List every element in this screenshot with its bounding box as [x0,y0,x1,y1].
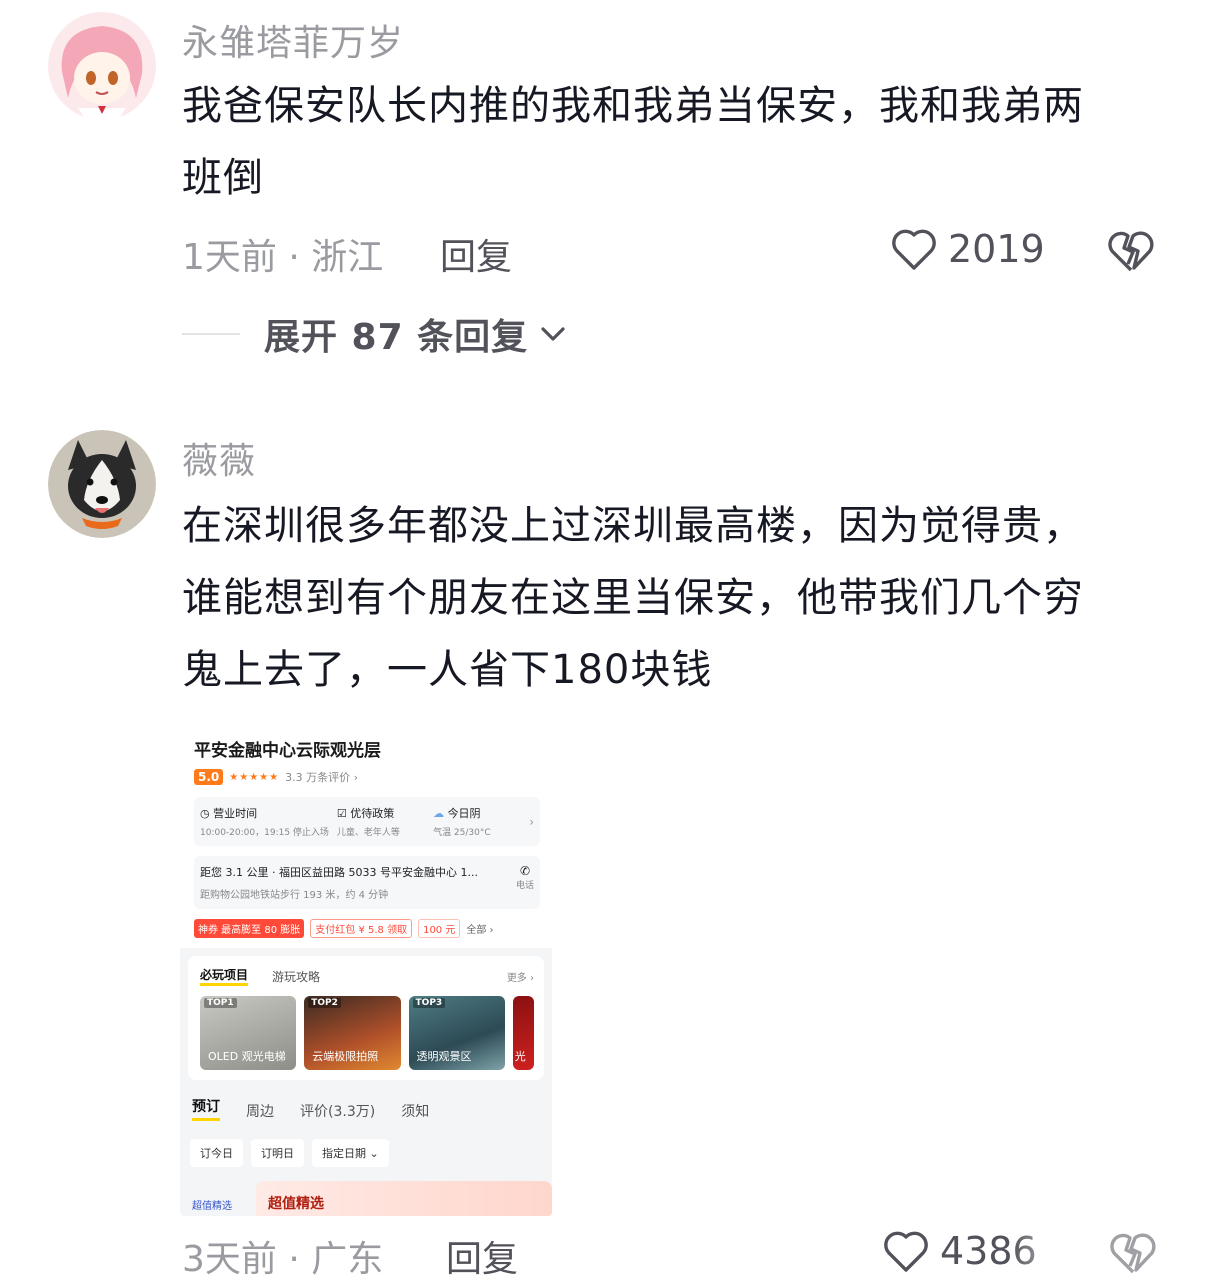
thumb-tag: TOP3 [412,998,446,1008]
thumb-row: TOP1 OLED 观光电梯 TOP2 云端极限拍照 TOP3 透明观景区 光 [200,996,534,1070]
date-pill: 订明日 [251,1139,304,1167]
username[interactable]: 薇薇 [182,432,256,484]
comment-text-line: 在深圳很多年都没上过深圳最高楼，因为觉得贵， [182,503,1084,549]
phone-label: 电话 [515,881,534,891]
coupon-all: 全部 › [466,925,494,936]
heart-icon [884,1231,928,1272]
thumb-caption: 光 [514,1050,526,1063]
comment-image[interactable]: 平安金融中心云际观光层 5.0 ★★★★★ 3.3 万条评价 › ◷ 营业时间 … [180,716,552,1216]
chevron-right-icon: › [529,814,535,829]
phone-block: ✆ 电话 [516,864,534,901]
tab-guide: 游玩攻略 [272,969,321,984]
star-icon: ★★★★★ [229,771,280,783]
dislike-button[interactable] [1106,226,1156,278]
comment-text-line: 鬼上去了，一人省下180块钱 [182,647,713,693]
chevron-down-icon [541,327,565,341]
reply-button[interactable]: 回复 [446,1230,518,1282]
date-pill: 指定日期 ⌄ [312,1139,389,1167]
policy-block: ☑ 优待政策 儿童、老年人等 [337,805,425,838]
avatar[interactable] [48,12,156,120]
review-count: 3.3 万条评价 › [285,771,358,784]
deal-row: 超值精选 超值精选 [180,1181,552,1216]
tab-around: 周边 [246,1104,274,1120]
hours-title: 营业时间 [213,807,258,820]
deal-title: 超值精选 [256,1181,552,1216]
comment-1: 永雏塔菲万岁 我爸保安队长内推的我和我弟当保安，我和我弟两 班倒 1天前 · 浙… [0,0,1206,380]
broken-heart-icon [1108,231,1154,272]
address-text: 距您 3.1 公里 · 福田区益田路 5033 号平安金融中心 1... [200,866,478,879]
hours-text: 10:00-20:00，19:15 停止入场 [200,828,329,838]
weather-block: ☁ 今日阴 气温 25/30°C [433,805,521,838]
phone-icon: ✆ [519,864,531,878]
thumb-item: TOP2 云端极限拍照 [304,996,401,1070]
rating-score: 5.0 [194,769,224,785]
comment-meta: 3天前 · 广东 [182,1239,384,1280]
expand-replies-label: 展开 87 条回复 [264,317,529,358]
tab-review: 评价(3.3万) [300,1104,376,1120]
avatar[interactable] [48,430,156,538]
expand-replies-button[interactable]: 展开 87 条回复 [182,308,566,360]
thumb-caption: 透明观景区 [416,1050,472,1063]
heart-icon [892,229,936,270]
thumb-caption: OLED 观光电梯 [208,1050,286,1063]
thumb-tag: TOP2 [308,998,341,1008]
coupon-badge: 支付红包 ¥ 5.8 领取 [310,919,413,938]
comment-text-line: 班倒 [182,155,264,201]
broken-heart-icon [1110,1233,1156,1274]
divider-line [182,333,240,335]
rating-row: 5.0 ★★★★★ 3.3 万条评价 › [194,769,540,785]
thumb-item: TOP3 透明观景区 [408,996,505,1070]
tab-book: 预订 [192,1096,220,1121]
deal-side-label: 超值精选 [192,1201,232,1212]
comment-text: 我爸保安队长内推的我和我弟当保安，我和我弟两 班倒 [182,70,1172,214]
attraction-title: 平安金融中心云际观光层 [194,741,381,761]
comment-meta: 1天前 · 浙江 [182,237,384,278]
thumb-item: 光 [512,996,534,1070]
thumb-tag: TOP1 [204,998,237,1008]
like-button[interactable]: 2019 [890,226,1045,272]
attraction-header: 平安金融中心云际观光层 5.0 ★★★★★ 3.3 万条评价 › ◷ 营业时间 … [180,716,552,948]
info-row: ◷ 营业时间 10:00-20:00，19:15 停止入场 ☑ 优待政策 儿童、… [194,797,540,846]
reply-button[interactable]: 回复 [440,228,512,280]
username[interactable]: 永雏塔菲万岁 [182,14,404,66]
must-play-tabs: 必玩项目 游玩攻略 更多 › [200,966,534,986]
policy-text: 儿童、老年人等 [336,828,400,838]
must-play-card: 必玩项目 游玩攻略 更多 › TOP1 OLED 观光电梯 TOP2 云端极限拍… [188,956,544,1080]
metro-text: 距购物公园地铁站步行 193 米，约 4 分钟 [200,890,389,901]
policy-title: 优待政策 [350,807,395,820]
thumb-caption: 云端极限拍照 [312,1050,379,1063]
comment-text-line: 谁能想到有个朋友在这里当保安，他带我们几个穷 [182,575,1084,621]
weather-title: 今日阴 [447,807,481,820]
like-count: 2019 [948,227,1045,271]
dislike-button[interactable] [1108,1228,1158,1280]
thumb-item: TOP1 OLED 观光电梯 [200,996,297,1070]
comment-text-line: 我爸保安队长内推的我和我弟当保安，我和我弟两 [182,83,1084,129]
date-pill: 订今日 [190,1139,243,1167]
tab-notice: 须知 [401,1104,430,1120]
checkbox-icon: ☑ [336,807,351,820]
hours-block: ◷ 营业时间 10:00-20:00，19:15 停止入场 [200,805,329,838]
booking-tabs: 预订 周边 评价(3.3万) 须知 [192,1096,552,1121]
more-link: 更多 › [506,972,534,984]
coupon-badge: 100 元 [418,919,461,938]
clock-icon: ◷ [200,807,214,820]
tab-must-play: 必玩项目 [200,966,249,986]
address-row: 距您 3.1 公里 · 福田区益田路 5033 号平安金融中心 1... 距购物… [194,856,540,909]
comment-text: 在深圳很多年都没上过深圳最高楼，因为觉得贵， 谁能想到有个朋友在这里当保安，他带… [182,490,1172,706]
date-row: 订今日 订明日 指定日期 ⌄ [190,1139,552,1167]
cloud-icon: ☁ [433,807,448,820]
coupon-row: 神券 最高膨至 80 膨胀 支付红包 ¥ 5.8 领取 100 元 全部 › [194,919,540,938]
coupon-badge: 神券 最高膨至 80 膨胀 [194,919,305,938]
weather-text: 气温 25/30°C [433,828,491,838]
